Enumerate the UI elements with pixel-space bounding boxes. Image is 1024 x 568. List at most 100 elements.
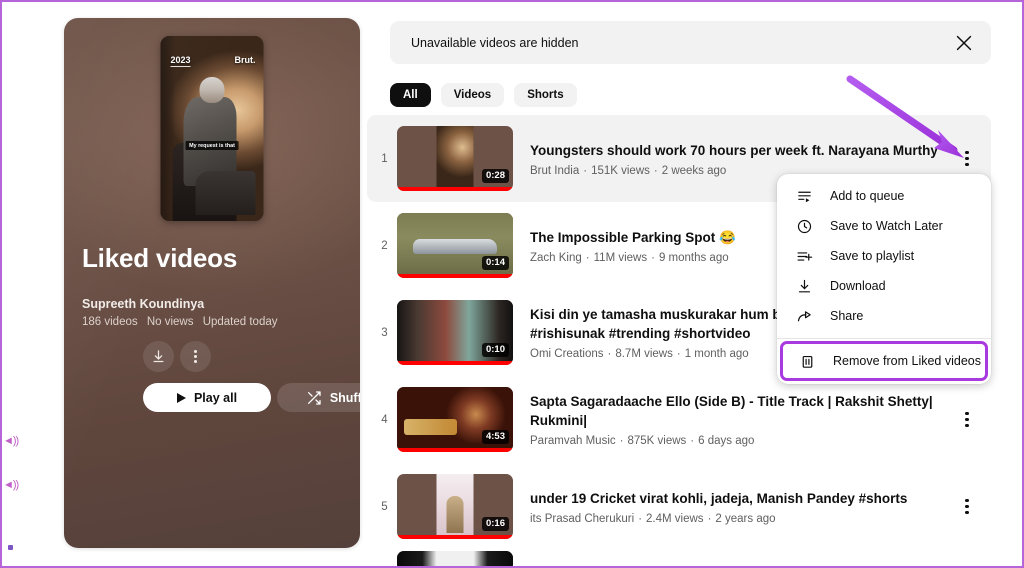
table-row[interactable]: 5 0:16 under 19 Cricket virat kohli, jad… [367, 463, 991, 550]
kebab-menu-icon [965, 151, 968, 166]
video-thumbnail[interactable]: 4:53 [397, 387, 513, 452]
video-title[interactable]: under 19 Cricket virat kohli, jadeja, Ma… [530, 489, 951, 508]
playlist-meta: 186 videos No views Updated today [82, 316, 284, 328]
edge-speaker-icon-1: ◄)) [3, 436, 18, 447]
video-views: 151K views [591, 165, 650, 177]
playlist-owner-name[interactable]: Supreeth Koundinya [82, 297, 204, 311]
menu-item-add-to-queue[interactable]: Add to queue [777, 181, 991, 211]
trash-icon [798, 352, 817, 371]
close-icon[interactable] [953, 32, 975, 54]
chip-all[interactable]: All [390, 83, 431, 107]
filter-chip-bar: All Videos Shorts [390, 83, 577, 107]
video-index: 1 [372, 153, 397, 165]
video-title[interactable]: Sapta Sagaradaache Ello (Side B) - Title… [530, 392, 951, 430]
menu-item-remove-from-liked-videos[interactable]: Remove from Liked videos [783, 344, 985, 378]
menu-item-download[interactable]: Download [777, 271, 991, 301]
clock-icon [795, 217, 814, 236]
watched-progress-bar [397, 274, 513, 278]
video-meta: Youngsters should work 70 hours per week… [530, 141, 991, 177]
video-index: 5 [372, 501, 397, 513]
menu-item-label: Add to queue [830, 189, 904, 203]
watched-progress-bar [397, 361, 513, 365]
add-to-queue-icon [795, 187, 814, 206]
video-channel[interactable]: Paramvah Music [530, 435, 616, 447]
download-icon [795, 277, 814, 296]
menu-item-share[interactable]: Share [777, 301, 991, 331]
video-subline: Paramvah Music·875K views·6 days ago [530, 435, 951, 447]
youtube-liked-videos-screen: ◄)) ◄)) 2023 Brut. My request is that Li… [0, 0, 1024, 568]
video-thumbnail[interactable]: 0:10 [397, 300, 513, 365]
video-duration: 0:28 [482, 169, 509, 183]
video-index: 3 [372, 327, 397, 339]
kebab-menu-icon [965, 412, 968, 427]
video-meta: under 19 Cricket virat kohli, jadeja, Ma… [530, 489, 991, 525]
playlist-hero-thumbnail[interactable]: 2023 Brut. My request is that [161, 36, 264, 221]
menu-item-save-to-watch-later[interactable]: Save to Watch Later [777, 211, 991, 241]
menu-item-label: Save to Watch Later [830, 219, 943, 233]
video-kebab-button[interactable] [953, 493, 981, 521]
edge-speaker-icon-2: ◄)) [3, 480, 18, 491]
playlist-view-count: No views [147, 316, 194, 328]
video-channel[interactable]: Omi Creations [530, 348, 604, 360]
playlist-add-icon [795, 247, 814, 266]
video-kebab-button[interactable] [953, 145, 981, 173]
watched-progress-bar [397, 535, 513, 539]
menu-item-save-to-playlist[interactable]: Save to playlist [777, 241, 991, 271]
video-kebab-button[interactable] [953, 406, 981, 434]
video-channel[interactable]: its Prasad Cherukuri [530, 513, 634, 525]
watched-progress-bar [397, 187, 513, 191]
share-icon [795, 307, 814, 326]
shuffle-label: Shuffle [330, 391, 360, 405]
menu-item-label: Remove from Liked videos [833, 354, 981, 368]
video-index: 2 [372, 240, 397, 252]
page-title: Liked videos [82, 243, 237, 274]
video-duration: 4:53 [482, 430, 509, 444]
play-icon [177, 393, 186, 403]
play-all-button[interactable]: Play all [143, 383, 271, 412]
menu-item-label: Save to playlist [830, 249, 914, 263]
hero-brand-label: Brut. [235, 55, 256, 65]
video-meta: Sapta Sagaradaache Ello (Side B) - Title… [530, 392, 991, 447]
play-all-label: Play all [194, 391, 237, 405]
video-thumbnail[interactable]: 0:16 [397, 474, 513, 539]
thumbnail-art [437, 474, 474, 535]
shuffle-button[interactable]: Shuffle [277, 383, 360, 412]
table-row[interactable]: 4 4:53 Sapta Sagaradaache Ello (Side B) … [367, 376, 991, 463]
kebab-menu-icon [194, 350, 197, 363]
video-thumbnail[interactable]: 0:14 [397, 213, 513, 278]
playlist-more-button[interactable] [180, 341, 211, 372]
kebab-menu-icon [965, 499, 968, 514]
playlist-info-panel: 2023 Brut. My request is that Liked vide… [64, 18, 360, 548]
hero-caption-label: My request is that [185, 141, 239, 150]
chip-shorts[interactable]: Shorts [514, 83, 576, 107]
video-duration: 0:10 [482, 343, 509, 357]
edge-dot-marker [8, 545, 13, 550]
menu-item-label: Share [830, 309, 863, 323]
watched-progress-bar [397, 448, 513, 452]
thumbnail-art [397, 551, 513, 567]
table-row[interactable] [367, 550, 991, 568]
highlight-box-remove: Remove from Liked videos [780, 341, 988, 381]
hero-person-lap [196, 171, 256, 215]
video-channel[interactable]: Zach King [530, 252, 582, 264]
hero-person-head [200, 77, 225, 103]
video-age: 9 months ago [659, 252, 729, 264]
video-title[interactable]: Youngsters should work 70 hours per week… [530, 141, 951, 160]
video-duration: 0:14 [482, 256, 509, 270]
menu-item-label: Download [830, 279, 886, 293]
playlist-video-count: 186 videos [82, 316, 138, 328]
chip-videos[interactable]: Videos [441, 83, 505, 107]
playlist-download-button[interactable] [143, 341, 174, 372]
unavailable-videos-notice: Unavailable videos are hidden [390, 21, 991, 64]
menu-divider [777, 338, 991, 339]
video-age: 6 days ago [698, 435, 754, 447]
shuffle-icon [306, 390, 322, 406]
video-thumbnail[interactable] [397, 551, 513, 568]
video-channel[interactable]: Brut India [530, 165, 579, 177]
video-index: 4 [372, 414, 397, 426]
video-duration: 0:16 [482, 517, 509, 531]
video-age: 2 weeks ago [662, 165, 727, 177]
video-thumbnail[interactable]: 0:28 [397, 126, 513, 191]
video-context-menu: Add to queue Save to Watch Later Save to… [777, 174, 991, 384]
video-views: 2.4M views [646, 513, 704, 525]
